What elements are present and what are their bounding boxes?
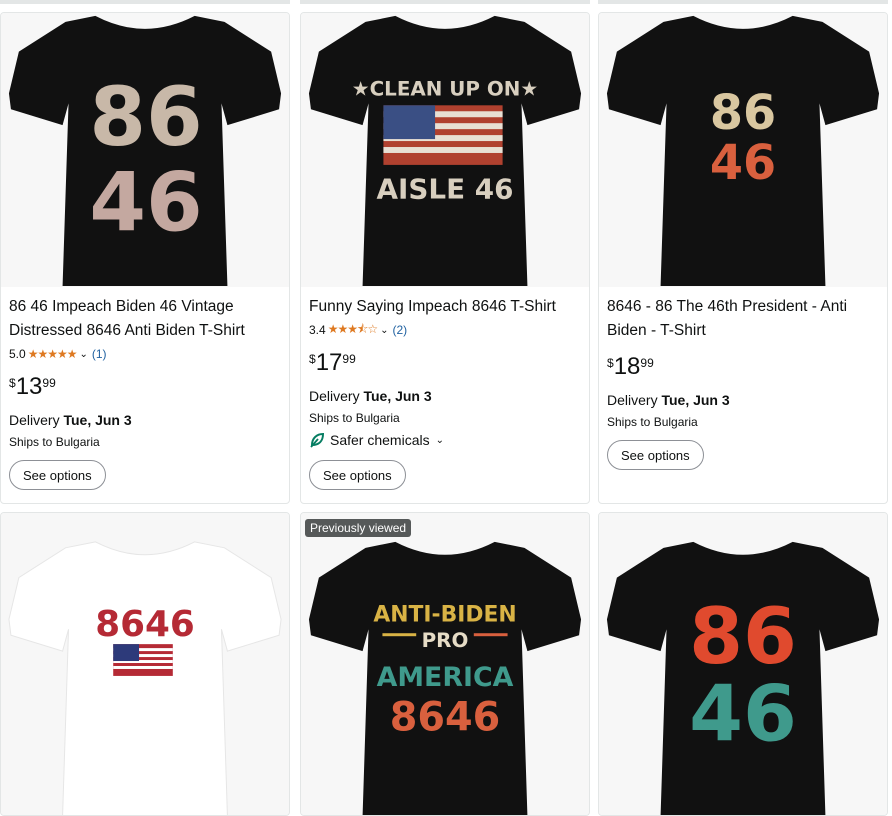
delivery-date: Tue, Jun 3 <box>363 388 432 404</box>
price-whole: 13 <box>15 373 43 400</box>
delivery-prefix: Delivery <box>607 392 662 408</box>
rating-row[interactable]: 5.0 ★★★★★ ⌄ (1) <box>9 346 107 362</box>
product-card[interactable]: ★CLEAN UP ON★ AISLE 46 Funny Saying Impe… <box>300 12 590 504</box>
chevron-down-icon[interactable]: ⌄ <box>79 349 87 360</box>
tshirt-image: 86 46 <box>606 15 880 287</box>
chevron-down-icon[interactable]: ⌄ <box>436 435 444 446</box>
price-symbol: $ <box>309 352 316 366</box>
design-text: ANTI-BIDEN <box>373 602 516 627</box>
price-fraction: 99 <box>42 376 56 390</box>
safer-chemicals[interactable]: Safer chemicals ⌄ <box>309 432 444 448</box>
tshirt-image: ★CLEAN UP ON★ AISLE 46 <box>308 15 582 287</box>
card-edge <box>0 0 290 4</box>
design-text: 46 <box>689 669 797 759</box>
design-text: PRO <box>422 629 469 652</box>
leaf-icon <box>310 432 325 448</box>
delivery-prefix: Delivery <box>9 412 64 428</box>
ships-to: Ships to Bulgaria <box>309 411 400 425</box>
product-title[interactable]: 8646 - 86 The 46th President - Anti Bide… <box>607 295 879 343</box>
card-edge <box>598 0 888 4</box>
product-card[interactable]: Previously viewed ANTI-BIDEN PRO AMERICA… <box>300 512 590 816</box>
product-title[interactable]: Funny Saying Impeach 8646 T-Shirt <box>309 295 581 319</box>
see-options-button[interactable]: See options <box>309 460 406 490</box>
product-card[interactable]: 86 46 86 46 Impeach Biden 46 Vintage Dis… <box>0 12 290 504</box>
price[interactable]: $1899 <box>607 353 654 385</box>
price-whole: 17 <box>315 349 343 376</box>
tshirt-image: 86 46 <box>8 15 282 287</box>
card-edge <box>300 0 590 4</box>
product-image[interactable]: 86 46 <box>1 13 289 287</box>
price[interactable]: $1399 <box>9 373 56 405</box>
star-rating-icon: ★★★⯪☆ <box>327 321 378 336</box>
design-text: AISLE 46 <box>377 173 514 206</box>
price-whole: 18 <box>613 353 641 380</box>
price-fraction: 99 <box>640 356 654 370</box>
design-text: 8646 <box>390 695 501 741</box>
rating-value: 3.4 <box>309 323 326 337</box>
rating-value: 5.0 <box>9 347 26 361</box>
safer-chemicals-label: Safer chemicals <box>330 432 430 448</box>
design-text: 86 <box>89 70 202 165</box>
design-text: 86 <box>710 86 776 141</box>
product-image[interactable]: 8646 <box>1 513 289 815</box>
design-text: 46 <box>710 136 776 191</box>
product-image[interactable]: ANTI-BIDEN PRO AMERICA 8646 <box>301 513 589 815</box>
ships-to: Ships to Bulgaria <box>9 435 100 449</box>
tshirt-image: 8646 <box>8 541 282 815</box>
price-fraction: 99 <box>342 352 356 366</box>
design-text: ★CLEAN UP ON★ <box>352 77 538 100</box>
product-title[interactable]: 86 46 Impeach Biden 46 Vintage Distresse… <box>9 295 281 343</box>
review-count[interactable]: (1) <box>92 347 107 361</box>
delivery-info: Delivery Tue, Jun 3 <box>309 388 432 404</box>
delivery-date: Tue, Jun 3 <box>661 392 730 408</box>
price-symbol: $ <box>9 376 16 390</box>
delivery-prefix: Delivery <box>309 388 364 404</box>
price-symbol: $ <box>607 356 614 370</box>
see-options-button[interactable]: See options <box>607 440 704 470</box>
chevron-down-icon[interactable]: ⌄ <box>380 325 388 336</box>
review-count[interactable]: (2) <box>392 323 407 337</box>
product-card[interactable]: 8646 <box>0 512 290 816</box>
product-card[interactable]: 86 46 8646 - 86 The 46th President - Ant… <box>598 12 888 504</box>
delivery-date: Tue, Jun 3 <box>63 412 132 428</box>
price[interactable]: $1799 <box>309 349 356 381</box>
tshirt-image: 86 46 <box>606 541 880 815</box>
tshirt-image: ANTI-BIDEN PRO AMERICA 8646 <box>308 541 582 815</box>
design-text: 8646 <box>95 604 195 645</box>
previously-viewed-badge: Previously viewed <box>305 519 412 537</box>
rating-row[interactable]: 3.4 ★★★⯪☆ ⌄ (2) <box>309 322 407 338</box>
design-text: 46 <box>89 155 202 250</box>
star-rating-icon: ★★★★★ <box>27 347 78 361</box>
see-options-button[interactable]: See options <box>9 460 106 490</box>
ships-to: Ships to Bulgaria <box>607 415 698 429</box>
delivery-info: Delivery Tue, Jun 3 <box>607 392 730 408</box>
product-image[interactable]: 86 46 <box>599 513 887 815</box>
product-card[interactable]: 86 46 <box>598 512 888 816</box>
product-image[interactable]: ★CLEAN UP ON★ AISLE 46 <box>301 13 589 287</box>
design-text: AMERICA <box>377 662 514 693</box>
delivery-info: Delivery Tue, Jun 3 <box>9 412 132 428</box>
product-image[interactable]: 86 46 <box>599 13 887 287</box>
